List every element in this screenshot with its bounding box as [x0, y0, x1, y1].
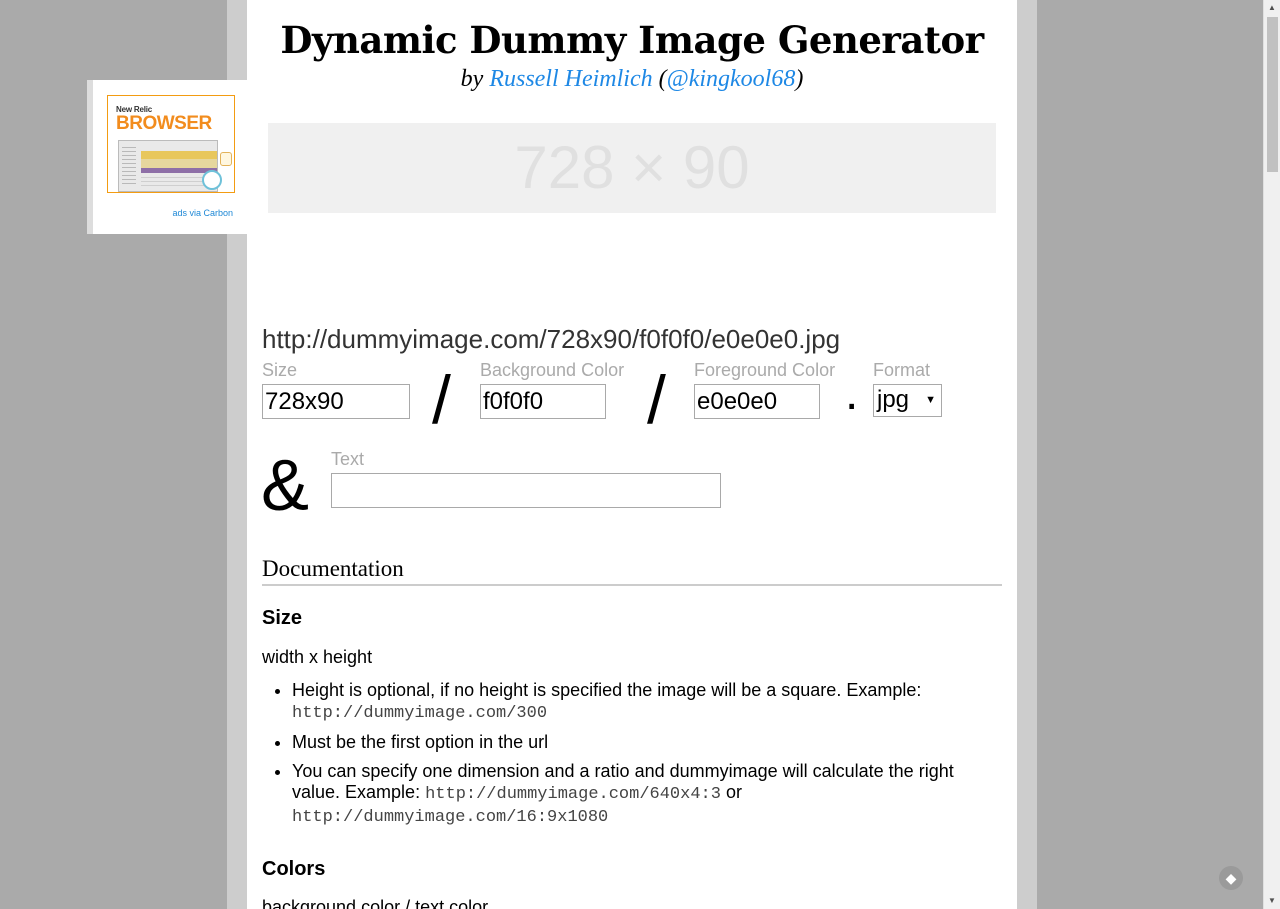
- slash-separator: /: [647, 362, 666, 438]
- dropdown-arrow-icon: ▼: [925, 394, 936, 406]
- ad-image[interactable]: New Relic BROWSER: [107, 95, 235, 193]
- generated-url: http://dummyimage.com/728x90/f0f0f0/e0e0…: [262, 324, 841, 354]
- colors-description: background color / text color: [262, 897, 489, 909]
- size-label: Size: [262, 360, 298, 380]
- text-input[interactable]: [331, 473, 721, 508]
- example-url: http://dummyimage.com/300: [292, 704, 548, 723]
- ad-brand: BROWSER: [116, 113, 212, 134]
- main-content: Dynamic Dummy Image Generator by Russell…: [247, 0, 1017, 909]
- right-gutter: [1017, 0, 1037, 909]
- scroll-up-icon[interactable]: ▲: [1264, 0, 1280, 16]
- size-input[interactable]: [262, 384, 410, 419]
- text-label: Text: [331, 449, 365, 469]
- scroll-thumb[interactable]: [1267, 17, 1278, 172]
- size-notes-list: Height is optional, if no height is spec…: [262, 680, 992, 836]
- preview-image[interactable]: 728 × 90: [268, 123, 996, 213]
- size-description: width x height: [262, 647, 373, 667]
- list-item: You can specify one dimension and a rati…: [292, 761, 992, 828]
- list-item: Height is optional, if no height is spec…: [292, 680, 992, 724]
- foreground-color-input[interactable]: [694, 384, 820, 419]
- gauge-icon: [202, 170, 222, 190]
- slash-separator: /: [432, 362, 451, 438]
- vertical-scrollbar[interactable]: ▲ ▼: [1263, 0, 1280, 909]
- format-select[interactable]: jpg ▼: [873, 384, 942, 417]
- format-value: jpg: [877, 386, 910, 413]
- format-label: Format: [873, 360, 931, 380]
- background-color-input[interactable]: [480, 384, 606, 419]
- list-item: Must be the first option in the url: [292, 732, 992, 753]
- ads-via-carbon-link[interactable]: ads via Carbon: [172, 208, 233, 218]
- size-heading: Size: [262, 607, 303, 629]
- byline-prefix: by: [460, 66, 484, 92]
- example-url: http://dummyimage.com/640x4:3: [425, 785, 721, 804]
- lock-icon: [220, 152, 232, 166]
- foreground-color-label: Foreground Color: [694, 360, 836, 380]
- background-color-label: Background Color: [480, 360, 625, 380]
- author-link[interactable]: Russell Heimlich: [489, 66, 652, 92]
- feed-icon[interactable]: ◆: [1219, 866, 1243, 890]
- twitter-handle-link[interactable]: @kingkool68: [667, 66, 796, 92]
- documentation-heading: Documentation: [262, 556, 1002, 586]
- carbon-ad[interactable]: New Relic BROWSER ads via Carbon: [87, 80, 247, 234]
- page-title: Dynamic Dummy Image Generator: [280, 18, 984, 62]
- dot-separator: .: [845, 367, 859, 420]
- colors-heading: Colors: [262, 858, 326, 880]
- example-url: http://dummyimage.com/16:9x1080: [292, 808, 609, 827]
- byline: by Russell Heimlich (@kingkool68): [247, 66, 1017, 93]
- scroll-down-icon[interactable]: ▼: [1264, 893, 1280, 909]
- ampersand-separator: &: [261, 446, 310, 526]
- byline-close-paren: ): [795, 66, 804, 92]
- byline-open-paren: (: [658, 66, 667, 92]
